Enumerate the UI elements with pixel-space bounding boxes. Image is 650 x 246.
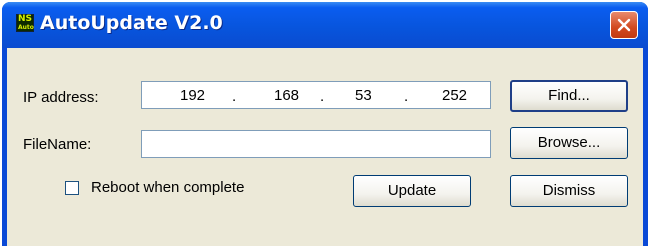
browse-button[interactable]: Browse... — [510, 127, 628, 159]
dismiss-button[interactable]: Dismiss — [510, 175, 628, 207]
app-icon: NS Auto — [16, 14, 34, 32]
update-button-label: Update — [387, 182, 437, 199]
dialog-window: NS Auto AutoUpdate V2.0 IP address: 192 … — [2, 2, 648, 246]
ip-separator: . — [404, 88, 409, 105]
filename-label: FileName: — [23, 136, 92, 153]
ip-octet-3[interactable]: 53 — [355, 87, 372, 104]
filename-field[interactable] — [141, 130, 491, 158]
ip-address-label: IP address: — [23, 89, 99, 106]
ip-octet-1[interactable]: 192 — [180, 87, 205, 104]
reboot-checkbox[interactable] — [65, 181, 79, 195]
update-button[interactable]: Update — [353, 175, 471, 207]
find-button[interactable]: Find... — [510, 80, 628, 112]
app-icon-text-top: NS — [18, 14, 33, 24]
reboot-label[interactable]: Reboot when complete — [91, 179, 244, 196]
dialog-body: IP address: 192 . 168 . 53 . 252 Find...… — [7, 48, 643, 246]
browse-button-label: Browse... — [537, 134, 601, 151]
find-button-label: Find... — [548, 87, 590, 104]
window-title: AutoUpdate V2.0 — [40, 12, 223, 34]
dismiss-button-label: Dismiss — [542, 182, 596, 199]
ip-octet-4[interactable]: 252 — [442, 87, 467, 104]
app-icon-text-bottom: Auto — [18, 24, 34, 31]
title-bar[interactable]: NS Auto AutoUpdate V2.0 — [2, 2, 648, 48]
close-button[interactable] — [610, 11, 638, 39]
ip-separator: . — [232, 88, 237, 105]
ip-separator: . — [320, 88, 325, 105]
ip-address-field[interactable]: 192 . 168 . 53 . 252 — [141, 81, 491, 109]
ip-octet-2[interactable]: 168 — [274, 87, 299, 104]
close-icon — [617, 18, 631, 32]
